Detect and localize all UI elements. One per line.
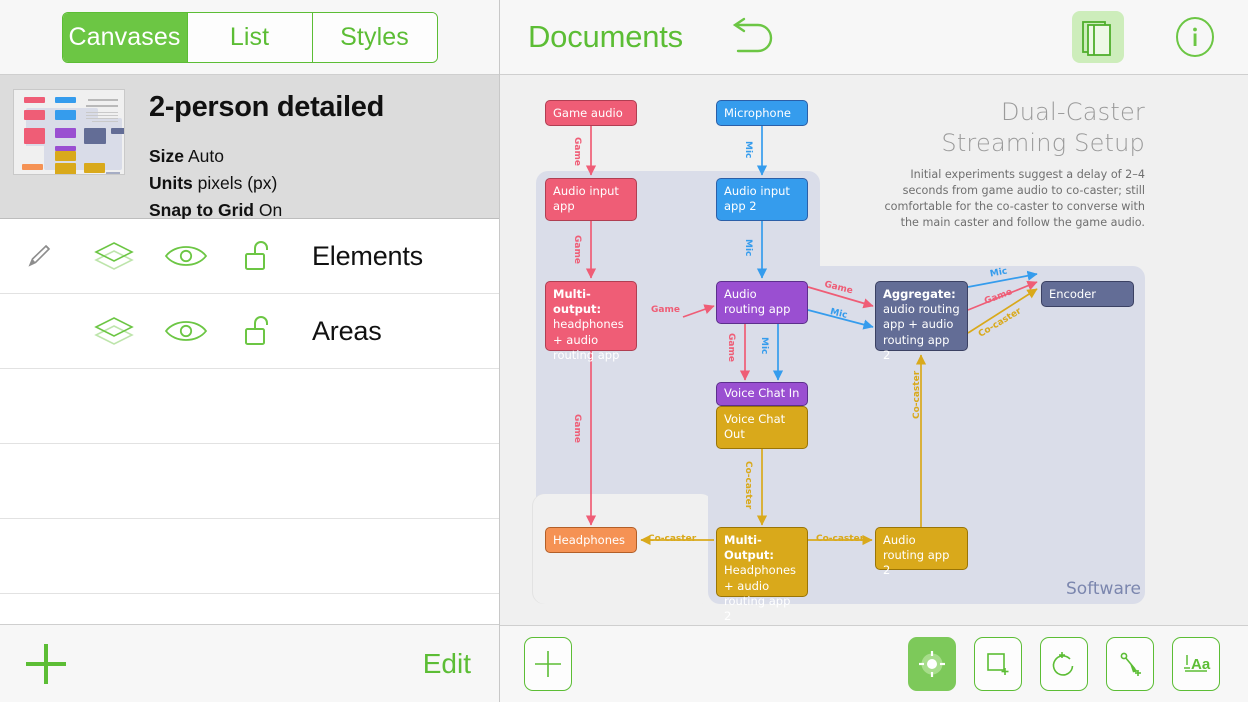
shape-tool-button[interactable] (974, 637, 1022, 691)
node-voice-chat-out[interactable]: Voice Chat Out (716, 406, 808, 449)
diagram-canvas[interactable]: Software Dual-Caster Streaming Setup Ini… (500, 75, 1248, 625)
layer-row-empty (0, 444, 499, 519)
property-snap-key: Snap to Grid (149, 200, 254, 220)
node-audio-input-app-2[interactable]: Audio input app 2 (716, 178, 808, 221)
eye-icon[interactable] (150, 242, 222, 270)
node-label: Headphones (553, 533, 625, 547)
node-audio-routing-app-2[interactable]: Audio routing app 2 (875, 527, 968, 570)
pencil-icon[interactable] (24, 241, 78, 271)
select-tool-button[interactable] (908, 637, 956, 691)
layer-label-areas: Areas (312, 316, 382, 347)
layers-icon[interactable] (78, 239, 150, 273)
bottom-toolbar: Aa (500, 625, 1248, 702)
tab-bar: Canvases List Styles (0, 0, 499, 75)
property-units: Units pixels (px) (149, 170, 384, 197)
text-tool-button[interactable]: Aa (1172, 637, 1220, 691)
node-multi-output-2[interactable]: Multi-Output:Headphones + audio routing … (716, 527, 808, 597)
node-encoder[interactable]: Encoder (1041, 281, 1134, 307)
node-aggregate[interactable]: Aggregate:audio routing app + audio rout… (875, 281, 968, 351)
edge-label-mic: Mic (743, 141, 753, 158)
tab-list[interactable]: List (188, 13, 313, 62)
right-panel: Documents Software Dual-Caster Streaming… (500, 0, 1248, 702)
node-label: headphones + audio routing app (553, 317, 624, 361)
node-label-bold: Multi-output: (553, 287, 601, 316)
edge-label-mic: Mic (743, 239, 753, 256)
layer-row-empty (0, 519, 499, 594)
edge-label-cocaster: Co-caster (743, 461, 753, 509)
node-voice-chat-in[interactable]: Voice Chat In (716, 382, 808, 406)
node-label: Game audio (553, 106, 623, 120)
node-audio-routing-app[interactable]: Audio routing app (716, 281, 808, 324)
layer-list: Elements Areas (0, 219, 499, 624)
tab-list-label: List (230, 23, 269, 52)
app-root: Canvases List Styles (0, 0, 1248, 702)
node-label: Audio input app 2 (724, 184, 790, 213)
top-toolbar: Documents (500, 0, 1248, 75)
node-multi-output-1[interactable]: Multi-output:headphones + audio routing … (545, 281, 637, 351)
left-bottom-toolbar: Edit (0, 624, 499, 702)
layers-icon[interactable] (78, 314, 150, 348)
eye-icon[interactable] (150, 317, 222, 345)
unlock-icon[interactable] (222, 312, 294, 350)
node-microphone[interactable]: Microphone (716, 100, 808, 126)
property-units-value: pixels (px) (198, 173, 278, 193)
node-label: Audio input app (553, 184, 619, 213)
node-game-audio[interactable]: Game audio (545, 100, 637, 126)
add-layer-icon[interactable] (26, 644, 66, 684)
add-canvas-button[interactable] (524, 637, 572, 691)
node-label: Voice Chat Out (724, 412, 785, 441)
freehand-tool-button[interactable] (1040, 637, 1088, 691)
info-button[interactable] (1172, 14, 1218, 60)
unlock-icon[interactable] (222, 237, 294, 275)
documents-button[interactable]: Documents (528, 19, 683, 55)
node-label-bold: Multi-Output: (724, 533, 774, 562)
edge-label-mic: Mic (759, 337, 769, 354)
layer-row-elements[interactable]: Elements (0, 219, 499, 294)
canvas-properties: Size Auto Units pixels (px) Snap to Grid… (149, 143, 384, 223)
line-tool-button[interactable] (1106, 637, 1154, 691)
node-label: Audio routing app (724, 287, 790, 316)
tab-styles[interactable]: Styles (313, 13, 437, 62)
canvas-info-text: 2-person detailed Size Auto Units pixels… (149, 89, 384, 223)
edge-label-cocaster: Co-caster (648, 534, 696, 544)
property-size-value: Auto (188, 146, 224, 166)
edge-label-cocaster: Co-caster (912, 371, 922, 419)
node-audio-input-app[interactable]: Audio input app (545, 178, 637, 221)
layer-row-areas[interactable]: Areas (0, 294, 499, 369)
canvas-info-row[interactable]: 2-person detailed Size Auto Units pixels… (0, 75, 499, 219)
segmented-control[interactable]: Canvases List Styles (62, 12, 438, 63)
canvas-thumbnail[interactable] (13, 89, 125, 175)
canvas-title: 2-person detailed (149, 91, 384, 124)
edge-label-game: Game (726, 333, 736, 362)
node-label: Encoder (1049, 287, 1096, 301)
property-size: Size Auto (149, 143, 384, 170)
property-snap-value: On (259, 200, 282, 220)
node-headphones[interactable]: Headphones (545, 527, 637, 553)
edge-label-game: Game (572, 414, 582, 443)
edge-label-game: Game (651, 305, 680, 315)
property-units-key: Units (149, 173, 193, 193)
property-size-key: Size (149, 146, 184, 166)
layer-row-empty (0, 369, 499, 444)
node-label: Voice Chat In (724, 386, 799, 400)
tab-canvases[interactable]: Canvases (63, 13, 188, 62)
tab-canvases-label: Canvases (69, 23, 181, 52)
left-panel: Canvases List Styles (0, 0, 500, 702)
canvas-thumbnail-image (14, 90, 124, 174)
edge-label-cocaster: Co-caster (816, 534, 864, 544)
edit-button[interactable]: Edit (423, 648, 471, 680)
undo-icon[interactable] (725, 15, 779, 59)
canvas-stack-button[interactable] (1072, 11, 1124, 63)
edge-label-game: Game (572, 137, 582, 166)
edge-label-game: Game (572, 235, 582, 264)
layer-label-elements: Elements (312, 241, 423, 272)
node-label-bold: Aggregate: (883, 287, 956, 301)
node-label: Microphone (724, 106, 791, 120)
tab-styles-label: Styles (340, 23, 409, 52)
